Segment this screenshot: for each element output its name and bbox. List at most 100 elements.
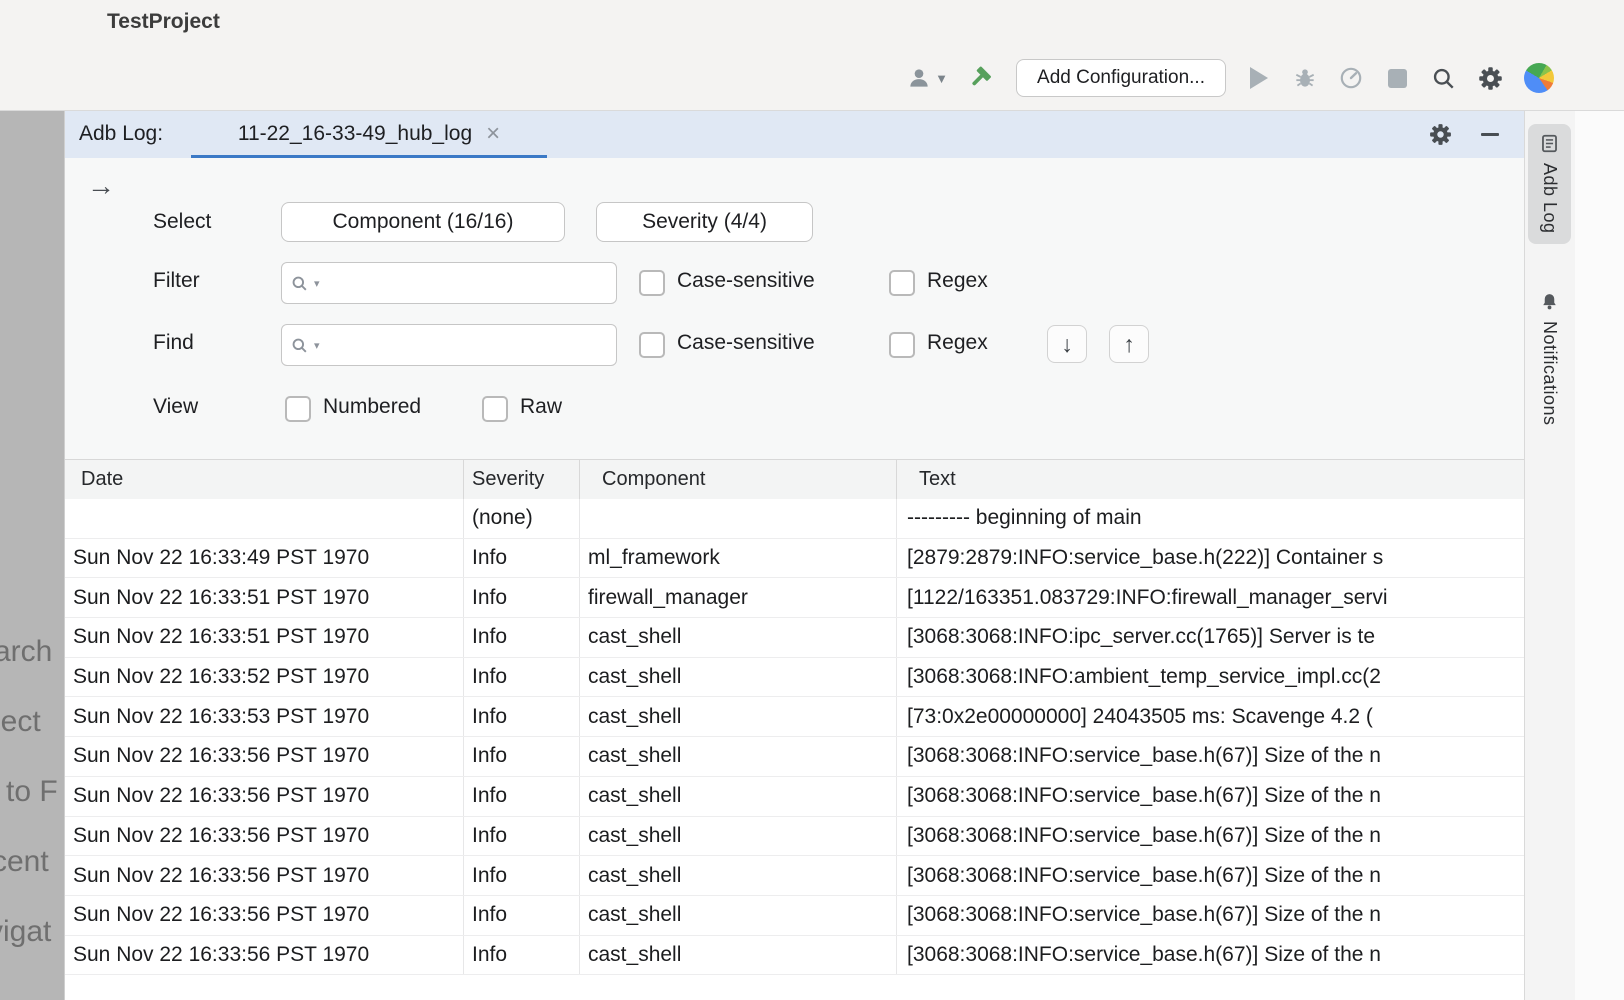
background-text-fragment: cent [0,845,49,879]
background-text-fragment: vigat [0,915,51,949]
collapse-arrow-icon[interactable]: → [87,172,115,200]
column-header-severity: Severity [463,460,579,499]
play-icon [1250,67,1268,89]
cell-component: cast_shell [579,777,896,816]
search-icon[interactable] [290,274,309,293]
dimmed-background: arch ject to F cent vigat [0,110,64,1000]
table-row[interactable]: Sun Nov 22 16:33:49 PST 1970 Info ml_fra… [65,539,1525,579]
hammer-icon [968,64,996,92]
cell-text: [3068:3068:INFO:service_base.h(67)] Size… [896,777,1525,816]
table-row[interactable]: Sun Nov 22 16:33:56 PST 1970 Info cast_s… [65,817,1525,857]
search-everywhere-button[interactable] [1430,58,1457,98]
tool-window-title: Adb Log: [79,122,163,146]
filter-case-sensitive-checkbox[interactable] [639,270,665,296]
close-icon[interactable]: × [486,122,500,146]
search-icon[interactable] [290,336,309,355]
cell-severity: Info [463,817,579,856]
find-label: Find [153,331,194,355]
dock-tab-adb-log[interactable]: Adb Log [1528,124,1571,244]
cell-date: Sun Nov 22 16:33:49 PST 1970 [65,539,463,578]
table-row[interactable]: Sun Nov 22 16:33:56 PST 1970 Info cast_s… [65,936,1525,976]
cell-component: firewall_manager [579,578,896,617]
cell-component: cast_shell [579,658,896,697]
log-table-body: (none) --------- beginning of main Sun N… [65,499,1525,1000]
filter-panel: → Select Component (16/16) Severity (4/4… [65,158,1525,459]
cell-severity: Info [463,936,579,975]
settings-button[interactable] [1477,58,1504,98]
filter-label: Filter [153,269,200,293]
column-header-text: Text [896,460,1525,499]
table-row[interactable]: (none) --------- beginning of main [65,499,1525,539]
add-configuration-button[interactable]: Add Configuration... [1016,59,1226,97]
tool-window-header: Adb Log: 11-22_16-33-49_hub_log × [65,110,1525,159]
table-row[interactable]: Sun Nov 22 16:33:56 PST 1970 Info cast_s… [65,856,1525,896]
select-label: Select [153,210,211,234]
table-row[interactable]: Sun Nov 22 16:33:53 PST 1970 Info cast_s… [65,697,1525,737]
view-label: View [153,395,198,419]
filter-input[interactable] [325,271,608,296]
stop-icon [1388,69,1407,88]
find-case-sensitive-checkbox[interactable] [639,332,665,358]
background-text-fragment: ject [0,705,41,739]
table-row[interactable]: Sun Nov 22 16:33:56 PST 1970 Info cast_s… [65,737,1525,777]
table-row[interactable]: Sun Nov 22 16:33:51 PST 1970 Info firewa… [65,578,1525,618]
cell-date: Sun Nov 22 16:33:56 PST 1970 [65,896,463,935]
cell-text: [3068:3068:INFO:service_base.h(67)] Size… [896,817,1525,856]
find-search-field[interactable]: ▾ [281,324,617,366]
bell-icon [1540,292,1559,311]
find-regex-checkbox[interactable] [889,332,915,358]
table-row[interactable]: Sun Nov 22 16:33:56 PST 1970 Info cast_s… [65,777,1525,817]
column-header-component: Component [579,460,896,499]
user-avatar-button[interactable]: ▼ [906,58,948,98]
cell-date: Sun Nov 22 16:33:51 PST 1970 [65,618,463,657]
profiler-button[interactable] [1338,58,1364,98]
cell-date [65,499,463,538]
component-filter-button[interactable]: Component (16/16) [281,202,565,242]
cell-text: [73:0x2e00000000] 24043505 ms: Scavenge … [896,697,1525,736]
run-button[interactable] [1246,58,1272,98]
cell-component [579,499,896,538]
search-icon [1430,65,1457,92]
chevron-down-icon[interactable]: ▾ [314,277,320,290]
log-table-header: Date Severity Component Text [65,459,1525,500]
severity-filter-button[interactable]: Severity (4/4) [596,202,813,242]
find-next-button[interactable]: ↓ [1047,325,1087,363]
find-case-sensitive-label: Case-sensitive [677,331,815,355]
filter-regex-checkbox[interactable] [889,270,915,296]
cell-severity: Info [463,856,579,895]
cell-text: [3068:3068:INFO:ambient_temp_service_imp… [896,658,1525,697]
find-input[interactable] [325,333,608,358]
cell-text: [3068:3068:INFO:service_base.h(67)] Size… [896,896,1525,935]
right-tool-window-dock: Adb Log Notifications [1524,110,1575,1000]
assistant-button[interactable] [1524,58,1554,98]
gear-icon [1477,65,1504,92]
dock-tab-notifications[interactable]: Notifications [1528,282,1571,436]
debug-button[interactable] [1292,58,1318,98]
column-header-date: Date [65,460,463,499]
find-previous-button[interactable]: ↑ [1109,325,1149,363]
view-raw-checkbox[interactable] [482,396,508,422]
dock-tab-notifications-label: Notifications [1539,321,1560,426]
cell-component: cast_shell [579,936,896,975]
cell-date: Sun Nov 22 16:33:56 PST 1970 [65,817,463,856]
cell-text: --------- beginning of main [896,499,1525,538]
minimize-icon[interactable] [1481,133,1499,136]
cell-severity: Info [463,539,579,578]
user-icon [906,65,932,91]
build-button[interactable] [968,58,996,98]
cell-text: [1122/163351.083729:INFO:firewall_manage… [896,578,1525,617]
table-row[interactable]: Sun Nov 22 16:33:51 PST 1970 Info cast_s… [65,618,1525,658]
stop-button[interactable] [1384,58,1410,98]
log-document-icon [1540,134,1559,153]
chevron-down-icon[interactable]: ▾ [314,339,320,352]
table-row[interactable]: Sun Nov 22 16:33:52 PST 1970 Info cast_s… [65,658,1525,698]
background-text-fragment: arch [0,635,52,669]
chevron-down-icon: ▼ [935,71,948,86]
table-row[interactable]: Sun Nov 22 16:33:56 PST 1970 Info cast_s… [65,896,1525,936]
log-file-tab[interactable]: 11-22_16-33-49_hub_log × [191,110,547,158]
cell-text: [3068:3068:INFO:service_base.h(67)] Size… [896,737,1525,776]
view-numbered-checkbox[interactable] [285,396,311,422]
filter-search-field[interactable]: ▾ [281,262,617,304]
cell-date: Sun Nov 22 16:33:53 PST 1970 [65,697,463,736]
gear-icon[interactable] [1428,122,1453,147]
